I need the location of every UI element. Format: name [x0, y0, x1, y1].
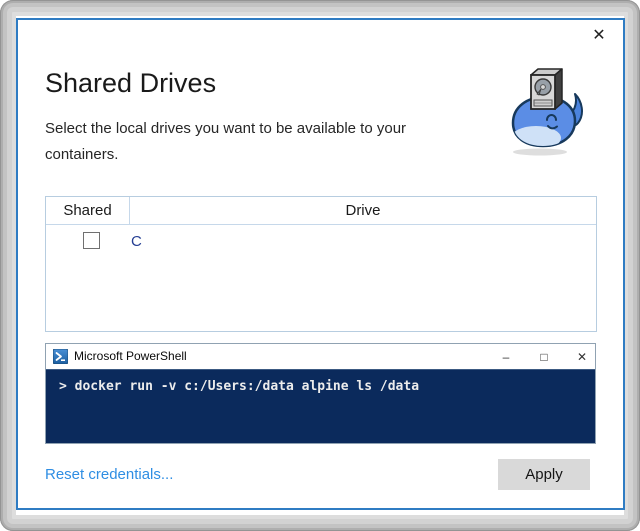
powershell-window: Microsoft PowerShell – □ ✕ > docker run … — [45, 343, 596, 444]
powershell-window-controls: – □ ✕ — [499, 344, 589, 369]
powershell-icon — [53, 349, 68, 364]
minimize-icon[interactable]: – — [499, 350, 513, 364]
hard-drive-icon — [531, 69, 562, 109]
page-description: Select the local drives you want to be a… — [45, 116, 417, 168]
column-header-shared: Shared — [46, 197, 129, 224]
close-icon[interactable]: ✕ — [587, 24, 611, 48]
shared-drives-dialog: ✕ Shared Drives Select the local drives … — [0, 0, 640, 531]
powershell-close-icon[interactable]: ✕ — [575, 350, 589, 364]
docker-whale-icon — [506, 64, 584, 156]
drive-c-checkbox[interactable] — [83, 232, 100, 249]
powershell-titlebar: Microsoft PowerShell – □ ✕ — [46, 344, 595, 369]
drive-letter: C — [131, 233, 142, 250]
page-title: Shared Drives — [45, 68, 216, 99]
apply-button[interactable]: Apply — [498, 459, 590, 490]
column-header-drive: Drive — [130, 197, 596, 224]
reset-credentials-link[interactable]: Reset credentials... — [45, 466, 173, 483]
shared-drives-table: Shared Drive C — [45, 196, 597, 332]
console-command-line: > docker run -v c:/Users:/data alpine ls… — [59, 379, 419, 394]
powershell-title: Microsoft PowerShell — [74, 349, 187, 363]
table-header: Shared Drive — [46, 197, 596, 225]
powershell-console[interactable]: > docker run -v c:/Users:/data alpine ls… — [46, 369, 595, 443]
table-row: C — [46, 225, 596, 259]
settings-panel: ✕ Shared Drives Select the local drives … — [16, 18, 625, 510]
maximize-icon[interactable]: □ — [537, 350, 551, 364]
